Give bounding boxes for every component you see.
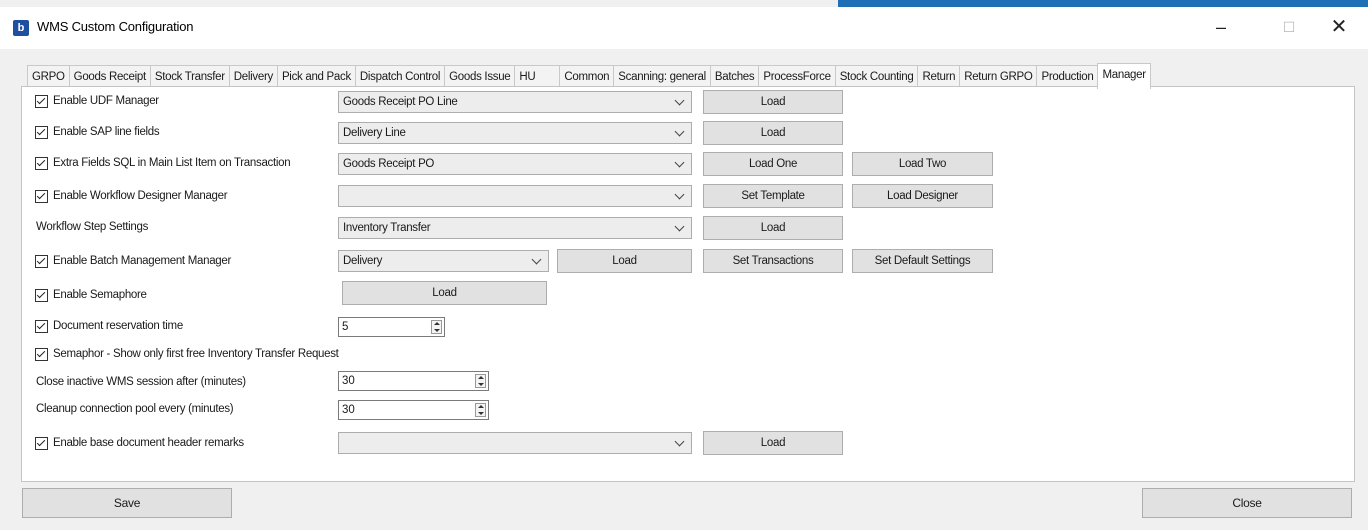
batch-management-select[interactable]: Delivery [338,250,549,272]
workflow-step-settings-label: Workflow Step Settings [36,221,149,233]
header-remarks-select[interactable] [338,432,692,454]
tab-common[interactable]: Common [559,65,615,88]
enable-semaphore-label: Enable Semaphore [53,289,147,301]
tab-stock-counting[interactable]: Stock Counting [834,65,919,88]
maximize-button[interactable]: ☐ [1266,11,1312,43]
close-button[interactable]: Close [1142,488,1352,518]
tab-return-grpo[interactable]: Return GRPO [959,65,1038,88]
minimize-button[interactable]: – [1198,11,1244,43]
enable-workflow-designer-label: Enable Workflow Designer Manager [53,190,228,202]
udf-load-button[interactable]: Load [703,90,843,114]
semaphor-first-free-label: Semaphor - Show only first free Inventor… [53,348,339,360]
close-inactive-stepper[interactable]: 30 [338,371,489,391]
semaphor-first-free-checkbox[interactable] [35,348,48,361]
header-remarks-load-button[interactable]: Load [703,431,843,455]
tab-strip: GRPO Goods Receipt Stock Transfer Delive… [27,63,1151,89]
tab-grpo[interactable]: GRPO [27,65,70,88]
spin-arrows-icon[interactable] [475,403,486,417]
set-transactions-button[interactable]: Set Transactions [703,249,843,273]
enable-semaphore-checkbox[interactable] [35,289,48,302]
load-one-button[interactable]: Load One [703,152,843,176]
enable-header-remarks-checkbox[interactable] [35,437,48,450]
save-button[interactable]: Save [22,488,232,518]
enable-workflow-designer-checkbox[interactable] [35,190,48,203]
tab-stock-transfer[interactable]: Stock Transfer [149,65,230,88]
close-inactive-value: 30 [342,375,355,387]
window-accent-bar [838,0,1368,7]
extra-fields-select[interactable]: Goods Receipt PO [338,153,692,175]
reservation-time-value: 5 [342,321,349,333]
manager-panel [21,86,1355,482]
document-reservation-checkbox[interactable] [35,320,48,333]
sap-line-fields-select[interactable]: Delivery Line [338,122,692,144]
chevron-down-icon [674,126,685,137]
workflow-step-load-button[interactable]: Load [703,216,843,240]
chevron-down-icon [674,95,685,106]
tab-scanning-general[interactable]: Scanning: general [613,65,711,88]
enable-batch-management-checkbox[interactable] [35,255,48,268]
tab-dispatch-control[interactable]: Dispatch Control [354,65,446,88]
sap-line-fields-select-value: Delivery Line [343,127,406,139]
reservation-time-stepper[interactable]: 5 [338,317,445,337]
tab-batches[interactable]: Batches [709,65,760,88]
workflow-designer-select[interactable] [338,185,692,207]
enable-udf-manager-label: Enable UDF Manager [53,95,159,107]
load-designer-button[interactable]: Load Designer [852,184,993,208]
batch-load-button[interactable]: Load [557,249,692,273]
title-bar: b WMS Custom Configuration – ☐ ✕ [0,7,1368,49]
cleanup-connection-pool-label: Cleanup connection pool every (minutes) [36,403,234,415]
tab-production[interactable]: Production [1036,65,1099,88]
tab-processforce[interactable]: ProcessForce [758,65,836,88]
batch-management-select-value: Delivery [343,255,383,267]
enable-sap-line-fields-label: Enable SAP line fields [53,126,160,138]
workflow-step-select[interactable]: Inventory Transfer [338,217,692,239]
set-default-settings-button[interactable]: Set Default Settings [852,249,993,273]
close-window-button[interactable]: ✕ [1316,11,1362,43]
load-two-button[interactable]: Load Two [852,152,993,176]
tab-return[interactable]: Return [917,65,961,88]
tab-goods-receipt[interactable]: Goods Receipt [68,65,151,88]
cleanup-pool-stepper[interactable]: 30 [338,400,489,420]
tab-goods-issue[interactable]: Goods Issue [444,65,516,88]
semaphore-load-button[interactable]: Load [342,281,547,305]
chevron-down-icon [674,436,685,447]
document-reservation-label: Document reservation time [53,320,183,332]
enable-batch-management-label: Enable Batch Management Manager [53,255,232,267]
cleanup-pool-value: 30 [342,404,355,416]
set-template-button[interactable]: Set Template [703,184,843,208]
chevron-down-icon [531,254,542,265]
spin-arrows-icon[interactable] [431,320,442,334]
close-inactive-session-label: Close inactive WMS session after (minute… [36,376,246,388]
enable-udf-manager-checkbox[interactable] [35,95,48,108]
tab-manager[interactable]: Manager [1097,63,1151,89]
enable-sap-line-fields-checkbox[interactable] [35,126,48,139]
app-icon: b [13,20,29,36]
sap-line-fields-load-button[interactable]: Load [703,121,843,145]
chevron-down-icon [674,189,685,200]
window-title: WMS Custom Configuration [37,19,194,34]
tab-hu[interactable]: HU [514,65,561,88]
extra-fields-sql-checkbox[interactable] [35,157,48,170]
tab-pick-and-pack[interactable]: Pick and Pack [276,65,356,88]
chevron-down-icon [674,157,685,168]
workflow-step-select-value: Inventory Transfer [343,222,431,234]
extra-fields-select-value: Goods Receipt PO [343,158,435,170]
udf-manager-select-value: Goods Receipt PO Line [343,96,458,108]
enable-header-remarks-label: Enable base document header remarks [53,437,244,449]
chevron-down-icon [674,221,685,232]
extra-fields-sql-label: Extra Fields SQL in Main List Item on Tr… [53,157,291,169]
tab-delivery[interactable]: Delivery [228,65,278,88]
spin-arrows-icon[interactable] [475,374,486,388]
udf-manager-select[interactable]: Goods Receipt PO Line [338,91,692,113]
